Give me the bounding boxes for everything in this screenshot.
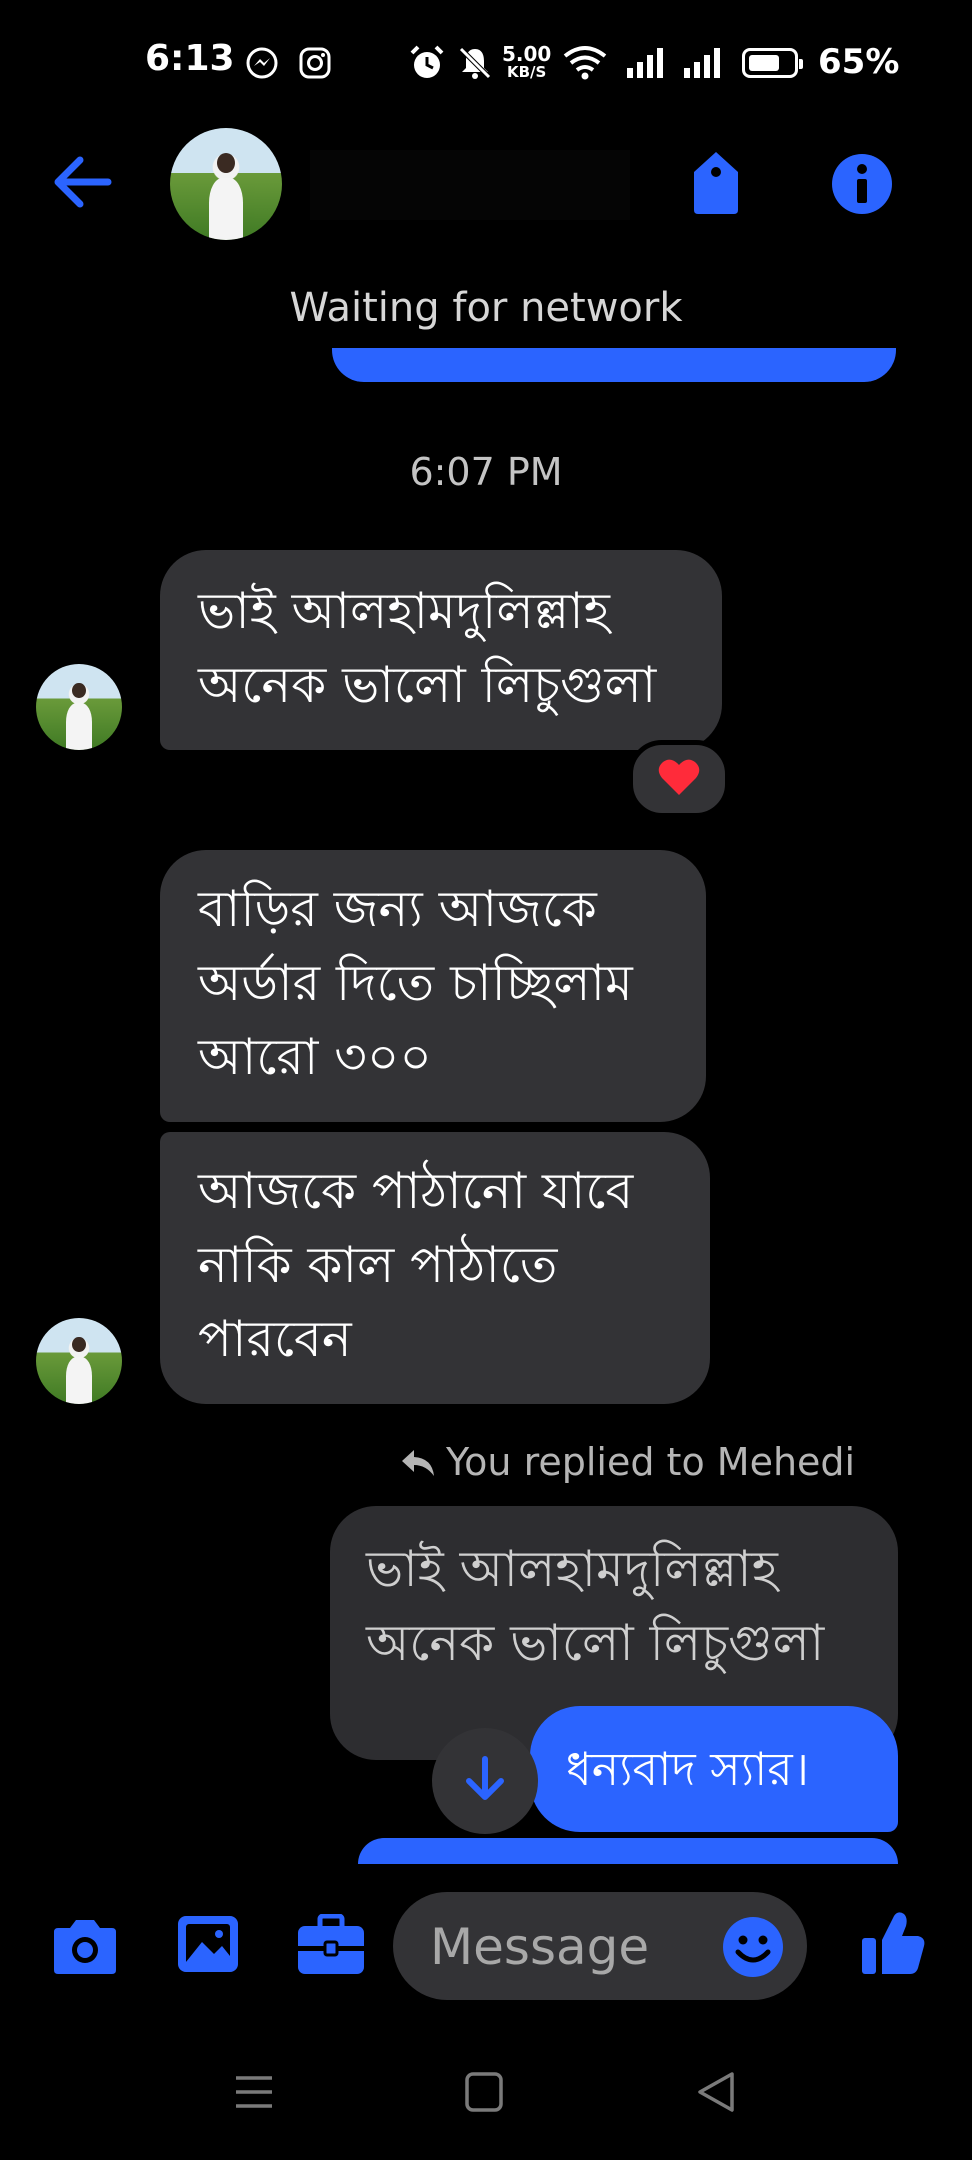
wifi-icon [562, 44, 608, 86]
gallery-icon[interactable] [176, 1914, 240, 1978]
message-placeholder[interactable]: Message [430, 1918, 649, 1976]
outgoing-message[interactable]: ধন্যবাদ স্যার। [530, 1706, 898, 1832]
message-line: বাড়ির জন্য আজকে [198, 880, 597, 938]
back-icon[interactable] [694, 2070, 738, 2118]
quoted-line: ভাই আলহামদুলিল্লাহ [366, 1540, 778, 1598]
briefcase-icon[interactable] [296, 1913, 366, 1980]
connection-status: Waiting for network [289, 285, 683, 331]
battery-icon [742, 48, 803, 78]
menu-icon[interactable] [232, 2072, 276, 2116]
scroll-down-icon [463, 1755, 507, 1807]
message-line: আরো ৩০০ [198, 1028, 432, 1086]
back-arrow-icon[interactable] [52, 152, 114, 216]
thumbs-up-icon[interactable] [858, 1908, 928, 1982]
message-timestamp: 6:07 PM [409, 450, 563, 494]
message-line: পারবেন [198, 1310, 352, 1368]
home-icon[interactable] [464, 2070, 504, 2118]
incoming-message-1[interactable]: ভাই আলহামদুলিল্লাহ অনেক ভালো লিচুগুলা [160, 550, 722, 750]
battery-percent: 65% [818, 42, 900, 82]
reply-arrow-icon [400, 1443, 436, 1487]
net-speed: 5.00 KB/S [502, 44, 551, 80]
status-time: 6:13 [145, 38, 235, 79]
next-outgoing-message[interactable] [358, 1838, 898, 1864]
contact-avatar[interactable] [170, 128, 282, 240]
message-line: ভাই আলহামদুলিল্লাহ [198, 582, 610, 640]
scroll-to-bottom-button[interactable] [432, 1728, 538, 1834]
sender-avatar[interactable] [36, 664, 122, 750]
reply-context-label: You replied to Mehedi [446, 1440, 856, 1484]
alarm-icon [408, 44, 446, 86]
info-icon[interactable] [830, 152, 894, 220]
reply-context: You replied to Mehedi [400, 1440, 855, 1487]
signal-icon-2 [682, 46, 726, 84]
instagram-icon [298, 46, 332, 84]
contact-name-redacted[interactable] [310, 150, 630, 220]
quoted-line: অনেক ভালো লিচুগুলা [366, 1614, 825, 1672]
heart-icon [657, 757, 701, 801]
camera-icon[interactable] [50, 1918, 120, 1980]
message-line: নাকি কাল পাঠাতে [198, 1236, 558, 1294]
sender-avatar[interactable] [36, 1318, 122, 1404]
signal-icon [625, 46, 669, 84]
message-line: আজকে পাঠানো যাবে [198, 1162, 634, 1220]
previous-outgoing-message[interactable] [332, 348, 896, 382]
net-speed-unit: KB/S [507, 63, 547, 81]
mute-icon [456, 44, 494, 86]
incoming-message-3[interactable]: আজকে পাঠানো যাবে নাকি কাল পাঠাতে পারবেন [160, 1132, 710, 1404]
net-speed-value: 5.00 [502, 42, 552, 66]
message-line: অর্ডার দিতে চাচ্ছিলাম [198, 954, 633, 1012]
messenger-icon [245, 46, 279, 84]
incoming-message-2[interactable]: বাড়ির জন্য আজকে অর্ডার দিতে চাচ্ছিলাম আ… [160, 850, 706, 1122]
reaction-badge[interactable] [628, 740, 730, 818]
message-line: অনেক ভালো লিচুগুলা [198, 656, 657, 714]
outgoing-message-text: ধন্যবাদ স্যার। [566, 1742, 810, 1796]
tag-icon[interactable] [688, 148, 744, 220]
emoji-icon[interactable] [722, 1916, 784, 1982]
